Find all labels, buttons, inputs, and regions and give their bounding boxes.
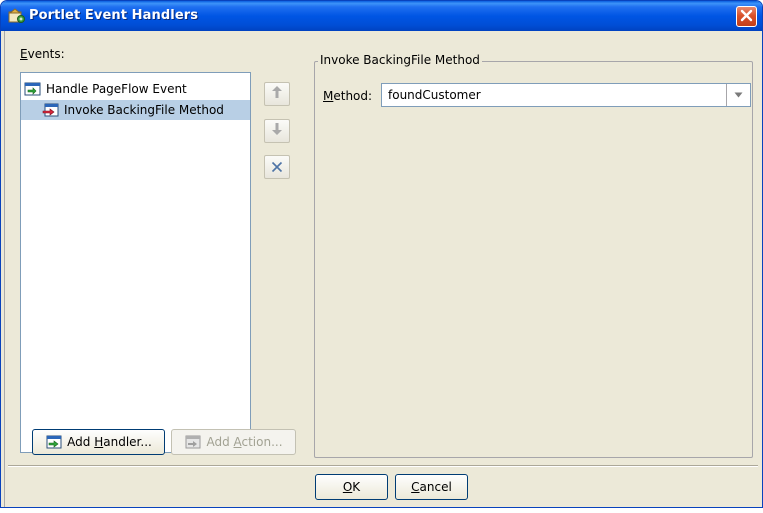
pageflow-event-icon (24, 82, 42, 96)
label-mnemonic: C (411, 480, 420, 494)
tree-item-label: Invoke BackingFile Method (64, 103, 224, 117)
window-title: Portlet Event Handlers (29, 8, 199, 23)
tree-item-label: Handle PageFlow Event (46, 82, 187, 96)
cancel-button[interactable]: Cancel (395, 474, 468, 500)
ok-label: OK (343, 480, 360, 494)
add-handler-label: Add Handler... (67, 435, 152, 449)
add-action-button[interactable]: Add Action... (171, 429, 296, 455)
events-label: Events: (20, 47, 65, 61)
portlet-events-icon (8, 8, 25, 24)
chevron-down-icon[interactable] (726, 84, 750, 106)
add-action-label: Add Action... (206, 435, 282, 449)
label-post: K (352, 480, 361, 494)
title-bar[interactable]: Portlet Event Handlers (1, 1, 762, 31)
backingfile-method-icon (42, 103, 60, 117)
method-label: Method: (323, 89, 372, 103)
tree-item-handle-pageflow-event[interactable]: Handle PageFlow Event (24, 79, 187, 99)
events-label-rest: vents: (27, 47, 65, 61)
method-dropdown[interactable]: foundCustomer (381, 83, 751, 107)
tree-item-invoke-backingfile-method[interactable]: Invoke BackingFile Method (21, 100, 250, 120)
method-label-mnemonic: M (323, 89, 334, 103)
dialog-window: Portlet Event Handlers Events: Handle Pa… (0, 0, 763, 508)
button-separator (8, 465, 758, 467)
groupbox-title: Invoke BackingFile Method (318, 53, 482, 67)
label-post: ancel (419, 480, 452, 494)
add-handler-button[interactable]: Add Handler... (32, 429, 165, 455)
events-tree[interactable]: Handle PageFlow Event Invoke BackingFile… (20, 72, 251, 453)
label-mnemonic: O (342, 480, 353, 494)
label-pre: Add (67, 435, 95, 449)
arrow-down-icon (271, 122, 283, 140)
close-button[interactable] (736, 6, 757, 27)
label-post: andler... (103, 435, 152, 449)
invoke-backingfile-groupbox (314, 61, 753, 458)
ok-button[interactable]: OK (315, 474, 388, 500)
label-pre: Add (206, 435, 234, 449)
dialog-client-area: Events: Handle PageFlow Event Invoke Bac… (4, 31, 759, 507)
cancel-label: Cancel (411, 480, 452, 494)
move-down-button[interactable] (264, 119, 290, 143)
add-action-icon (184, 435, 202, 449)
delete-button[interactable] (264, 155, 290, 179)
add-handler-icon (45, 435, 63, 449)
method-label-rest: ethod: (333, 89, 373, 103)
method-value: foundCustomer (388, 88, 481, 102)
delete-x-icon (271, 158, 283, 177)
close-icon (740, 9, 753, 25)
arrow-up-icon (271, 85, 283, 103)
label-mnemonic: H (94, 435, 104, 449)
label-mnemonic: A (233, 435, 242, 449)
label-post: ction... (241, 435, 283, 449)
events-label-mnemonic: E (20, 47, 28, 61)
move-up-button[interactable] (264, 82, 290, 106)
